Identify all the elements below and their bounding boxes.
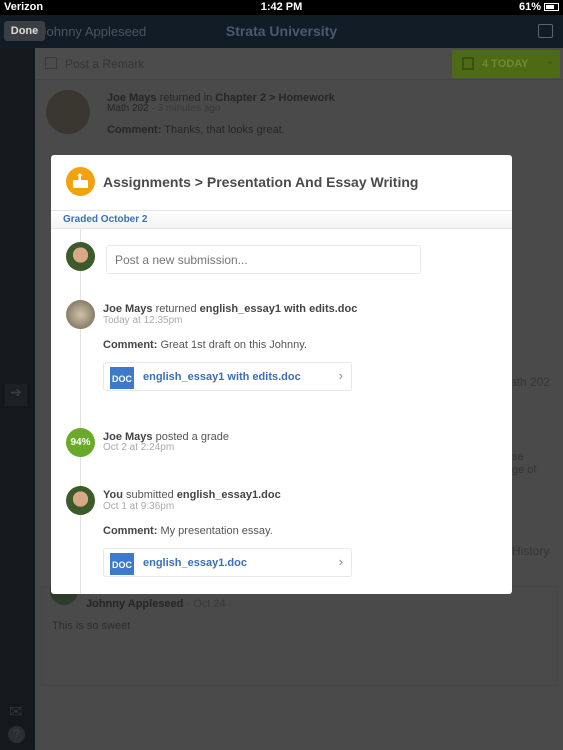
doc-file-icon: DOC — [110, 553, 134, 575]
mail-icon[interactable]: ✉ — [9, 702, 22, 722]
comment-text: This is so sweet — [52, 620, 131, 632]
today-button[interactable]: 4 TODAY ⌄ — [452, 50, 560, 78]
grade-badge: 94% — [66, 428, 95, 457]
compose-icon[interactable] — [538, 24, 553, 38]
doc-name: english_essay1 with edits.doc — [143, 371, 301, 383]
time: 3 minutes ago — [157, 103, 221, 114]
comment-label: Comment: — [103, 339, 158, 351]
history-link[interactable]: History — [512, 544, 549, 558]
clock: 1:42 PM — [260, 1, 303, 13]
comment-text: Thanks, that looks great. — [164, 124, 285, 136]
assignment-inbox-icon: ⬆ — [66, 167, 95, 196]
doc-attachment[interactable]: DOC english_essay1 with edits.doc › — [103, 362, 352, 391]
modal-title: Assignments > Presentation And Essay Wri… — [103, 174, 419, 190]
chevron-right-icon: › — [338, 554, 343, 569]
date: Oct 24 — [193, 598, 226, 610]
bg-fragment: ge of — [512, 464, 537, 476]
help-icon[interactable]: ? — [8, 726, 25, 743]
graded-label: Graded October 2 — [63, 214, 148, 225]
chevron-down-icon: ⌄ — [546, 56, 555, 67]
bg-fragment: ath 202 — [510, 375, 551, 389]
new-submission-input[interactable] — [106, 245, 421, 274]
post-remark-label: Post a Remark — [65, 57, 145, 71]
edit-icon — [45, 57, 57, 69]
joe-mays-avatar — [66, 300, 95, 329]
item-headline: Joe Mays returned english_essay1 with ed… — [103, 303, 357, 315]
timeline-line — [80, 229, 81, 594]
graded-header: Graded October 2 — [51, 210, 512, 229]
chevron-right-icon: › — [338, 368, 343, 383]
post-remark-bar[interactable]: Post a Remark 4 TODAY ⌄ — [35, 48, 563, 80]
feed-comment: Comment: Thanks, that looks great. — [107, 124, 285, 136]
timestamp: Oct 2 at 2:24pm — [103, 442, 175, 453]
item-comment: Comment: Great 1st draft on this Johnny. — [103, 339, 307, 351]
course: Math 202 — [107, 103, 149, 114]
battery-icon — [544, 3, 559, 11]
action: returned — [155, 303, 197, 315]
file-name: english_essay1 with edits.doc — [199, 303, 358, 315]
doc-name: english_essay1.doc — [143, 557, 247, 569]
arrow-right-icon[interactable]: ➜ — [5, 384, 27, 406]
user-avatar — [66, 242, 95, 271]
calendar-icon — [462, 57, 474, 70]
status-bar: Verizon 1:42 PM 61% — [0, 0, 563, 15]
author: You — [103, 489, 123, 501]
item-headline: You submitted english_essay1.doc — [103, 489, 281, 501]
user-avatar — [66, 486, 95, 515]
target: Chapter 2 > Homework — [215, 92, 335, 104]
action: submitted — [126, 489, 174, 501]
timestamp: Today at 12:35pm — [103, 315, 183, 326]
nav-title: Strata University — [225, 23, 338, 39]
today-label: 4 TODAY — [482, 58, 529, 70]
assignment-modal: ⬆ Assignments > Presentation And Essay W… — [51, 155, 512, 594]
file-name: english_essay1.doc — [176, 489, 281, 501]
author: Joe Mays — [103, 303, 153, 315]
sidebar: ➜ ✉ ? — [0, 48, 35, 750]
doc-file-icon: DOC — [110, 367, 134, 389]
comment-label: Comment: — [103, 525, 158, 537]
author: Johnny Appleseed — [86, 598, 184, 610]
comment-text: My presentation essay. — [160, 525, 273, 537]
doc-attachment[interactable]: DOC english_essay1.doc › — [103, 548, 352, 577]
item-comment: Comment: My presentation essay. — [103, 525, 273, 537]
timestamp: Oct 1 at 9:36pm — [103, 501, 175, 512]
nav-bar: Johnny Appleseed Done Strata University — [0, 15, 563, 48]
feed-item-meta: Math 202 · 3 minutes ago — [107, 103, 221, 114]
bg-fragment: se — [512, 451, 524, 463]
avatar — [46, 90, 90, 134]
comment-card: Johnny Appleseed · Oct 24 This is so swe… — [41, 586, 557, 686]
comment-text: Great 1st draft on this Johnny. — [160, 339, 307, 351]
battery-percent: 61% — [518, 1, 541, 13]
comment-label: Comment: — [107, 124, 162, 136]
